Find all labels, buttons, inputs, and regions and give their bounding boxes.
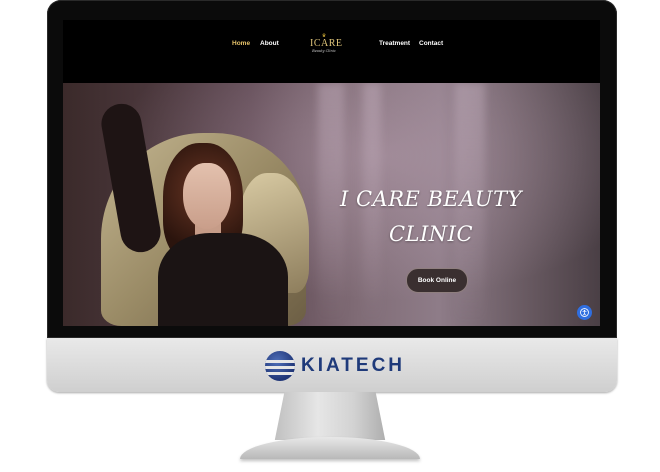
- nav-contact[interactable]: Contact: [419, 40, 443, 47]
- nav-home[interactable]: Home: [232, 40, 250, 47]
- hero-photo-body: [158, 233, 288, 326]
- hero-title-line-2: CLINIC: [388, 222, 474, 246]
- hero-title-line-1: I CARE BEAUTY: [339, 187, 523, 211]
- hero-section: I CARE BEAUTY CLINIC Book Online: [63, 83, 600, 326]
- globe-logo-icon: [265, 351, 295, 381]
- nav-treatment[interactable]: Treatment: [379, 40, 410, 47]
- site-logo[interactable]: ♛ ICARE Beauty Clinic: [310, 34, 343, 66]
- hero-photo-face: [183, 163, 231, 229]
- hero-title: I CARE BEAUTY CLINIC: [331, 182, 531, 252]
- website-screen: Home About ♛ ICARE Beauty Clinic Treatme…: [63, 20, 600, 326]
- accessibility-icon: [580, 308, 589, 317]
- monitor-chin: KIATECH: [47, 338, 617, 392]
- monitor-brand: KIATECH: [265, 351, 406, 381]
- site-navbar: Home About ♛ ICARE Beauty Clinic Treatme…: [63, 20, 600, 83]
- logo-sub-text: Beauty Clinic: [312, 49, 336, 53]
- brand-name: KIATECH: [301, 355, 406, 376]
- book-online-button[interactable]: Book Online: [406, 268, 468, 293]
- nav-about[interactable]: About: [260, 40, 279, 47]
- monitor-stand-base: [240, 437, 420, 459]
- accessibility-button[interactable]: [577, 305, 592, 320]
- monitor-stand: [274, 392, 386, 440]
- logo-main-text: ICARE: [310, 38, 343, 49]
